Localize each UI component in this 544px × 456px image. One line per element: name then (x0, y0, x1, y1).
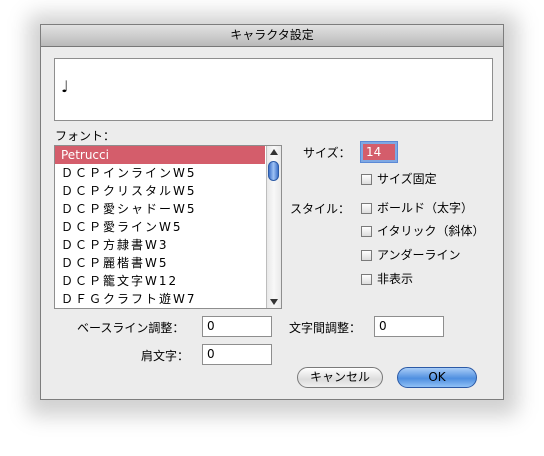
checkbox-icon[interactable] (361, 203, 372, 214)
dialog-title: キャラクタ設定 (41, 25, 503, 47)
size-label: サイズ： (303, 146, 351, 160)
size-input[interactable]: 14 (361, 142, 397, 162)
baseline-label: ベースライン調整： (77, 321, 185, 335)
hidden-checkbox[interactable]: 非表示 (361, 271, 413, 287)
italic-label: イタリック（斜体） (377, 224, 485, 238)
font-list-item[interactable]: ＤＣＰインラインW5 (55, 164, 265, 182)
bold-checkbox[interactable]: ボールド（太字） (361, 200, 473, 216)
cancel-button[interactable]: キャンセル (297, 367, 383, 388)
font-list-item[interactable]: ＤＣＰクリスタルW5 (55, 182, 265, 200)
style-label: スタイル： (290, 202, 351, 216)
tracking-label: 文字間調整： (289, 321, 362, 335)
character-settings-dialog: キャラクタ設定 ♩ フォント： Petrucci ＤＣＰインラインW5 ＤＣＰク… (40, 24, 504, 400)
underline-label: アンダーライン (377, 248, 461, 262)
font-label: フォント： (55, 129, 116, 143)
size-fixed-label: サイズ固定 (377, 172, 437, 186)
preview-area: ♩ (54, 58, 493, 121)
tracking-input[interactable]: 0 (374, 316, 444, 337)
underline-checkbox[interactable]: アンダーライン (361, 247, 461, 263)
checkbox-icon[interactable] (361, 250, 372, 261)
scroll-down-arrow-icon[interactable] (270, 299, 278, 305)
scroll-up-arrow-icon[interactable] (270, 149, 278, 155)
checkbox-icon[interactable] (361, 174, 372, 185)
checkbox-icon[interactable] (361, 226, 372, 237)
font-list-item[interactable]: ＤＦＧクラフト遊W7 (55, 290, 265, 308)
font-list[interactable]: Petrucci ＤＣＰインラインW5 ＤＣＰクリスタルW5 ＤＣＰ愛シャドーW… (54, 145, 282, 309)
bold-label: ボールド（太字） (377, 201, 474, 215)
baseline-input[interactable]: 0 (202, 316, 272, 337)
font-list-item[interactable]: ＤＣＰ籠文字W12 (55, 272, 265, 290)
font-list-item[interactable]: Petrucci (55, 146, 265, 164)
italic-checkbox[interactable]: イタリック（斜体） (361, 223, 485, 239)
font-list-item[interactable]: ＤＣＰ麗楷書W5 (55, 254, 265, 272)
font-list-item[interactable]: ＤＣＰ愛ラインW5 (55, 218, 265, 236)
checkbox-icon[interactable] (361, 274, 372, 285)
superscript-input[interactable]: 0 (202, 344, 272, 365)
ok-button[interactable]: OK (397, 367, 477, 388)
preview-glyph: ♩ (61, 77, 69, 96)
font-list-scrollbar[interactable] (266, 146, 281, 308)
font-list-item[interactable]: ＤＣＰ愛シャドーW5 (55, 200, 265, 218)
superscript-label: 肩文字： (141, 349, 190, 363)
font-list-item[interactable]: ＤＣＰ方隷書W3 (55, 236, 265, 254)
scroll-thumb[interactable] (268, 161, 279, 181)
hidden-label: 非表示 (377, 272, 414, 286)
size-fixed-checkbox[interactable]: サイズ固定 (361, 171, 437, 187)
